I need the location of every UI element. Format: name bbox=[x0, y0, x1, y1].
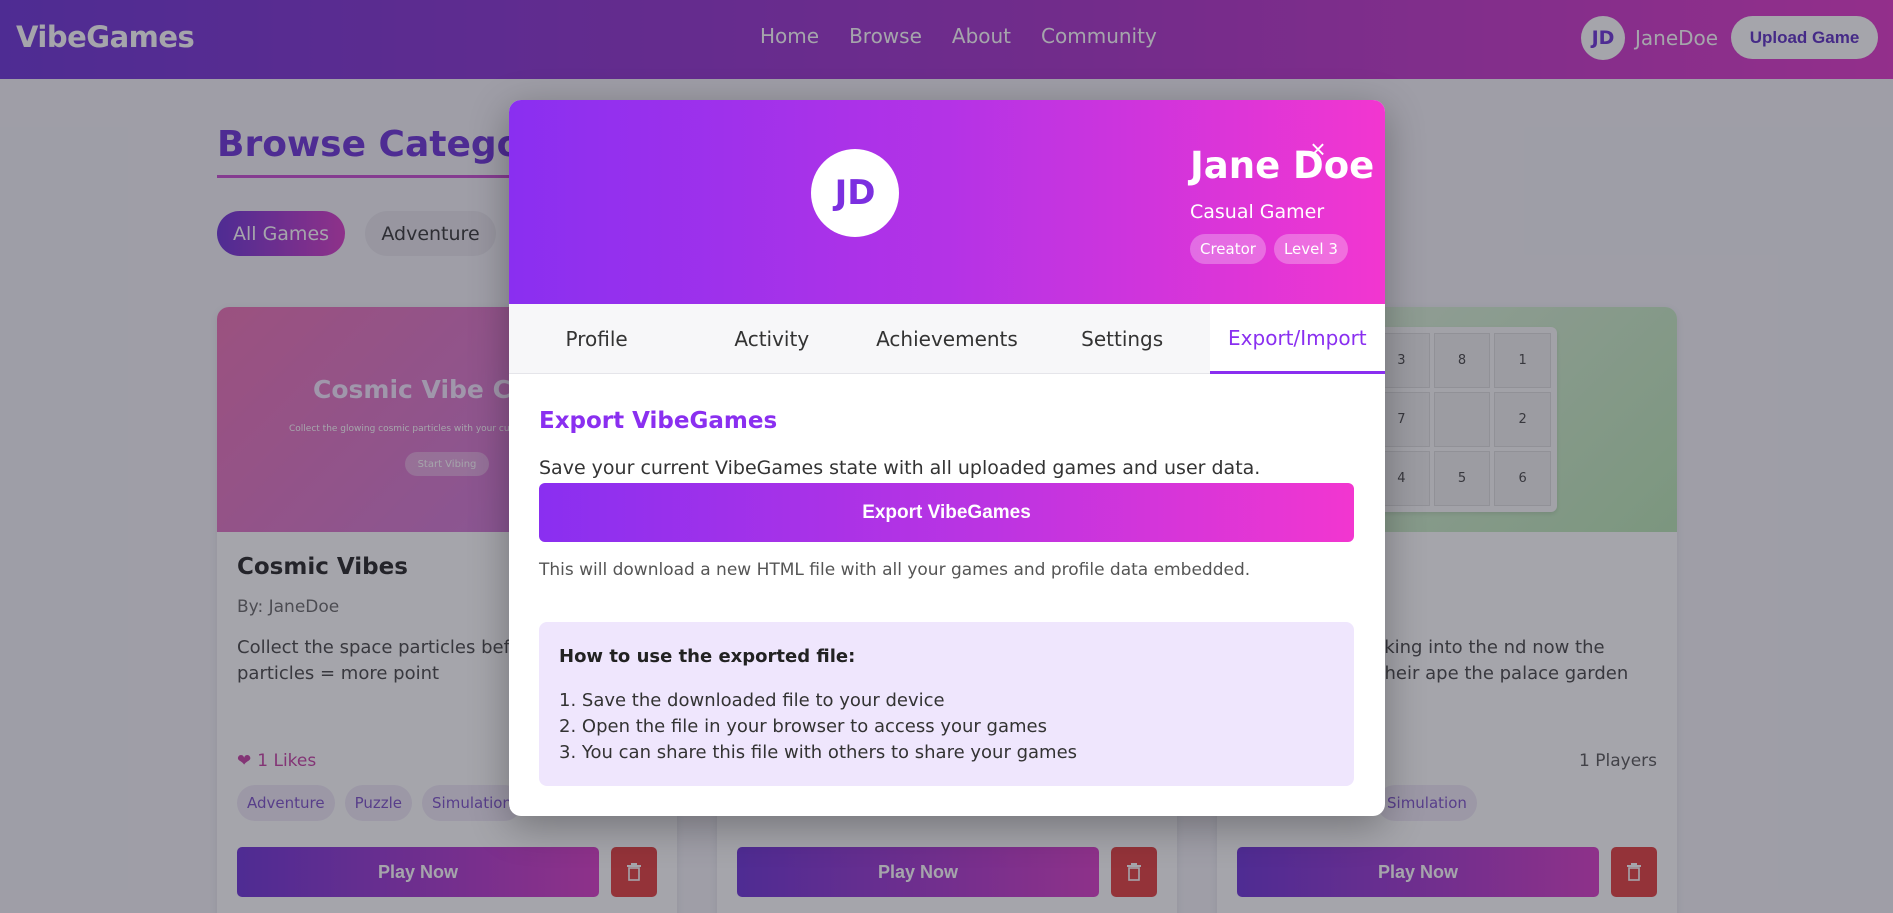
tab-profile[interactable]: Profile bbox=[509, 304, 684, 374]
export-note: This will download a new HTML file with … bbox=[539, 560, 1251, 580]
profile-header: JD Jane Doe Casual Gamer Creator Level 3… bbox=[509, 100, 1385, 304]
howto-step: 2. Open the file in your browser to acce… bbox=[559, 716, 1047, 737]
tab-export-import[interactable]: Export/Import bbox=[1209, 304, 1385, 374]
badge-creator: Creator bbox=[1190, 234, 1266, 264]
profile-name: Jane Doe bbox=[1190, 144, 1375, 187]
howto-title: How to use the exported file: bbox=[559, 646, 856, 667]
profile-badges: Creator Level 3 bbox=[1190, 234, 1348, 264]
howto-step: 3. You can share this file with others t… bbox=[559, 742, 1078, 763]
tab-activity[interactable]: Activity bbox=[684, 304, 859, 374]
profile-avatar: JD bbox=[811, 149, 899, 237]
export-vibegames-button[interactable]: Export VibeGames bbox=[539, 483, 1354, 542]
howto-step: 1. Save the downloaded file to your devi… bbox=[559, 690, 945, 711]
profile-modal: JD Jane Doe Casual Gamer Creator Level 3… bbox=[509, 100, 1385, 816]
howto-box: How to use the exported file: 1. Save th… bbox=[539, 622, 1354, 786]
close-icon[interactable]: × bbox=[1305, 136, 1331, 162]
profile-role: Casual Gamer bbox=[1190, 201, 1325, 223]
export-description: Save your current VibeGames state with a… bbox=[539, 457, 1261, 479]
tab-settings[interactable]: Settings bbox=[1035, 304, 1210, 374]
badge-level: Level 3 bbox=[1273, 234, 1348, 264]
tab-achievements[interactable]: Achievements bbox=[859, 304, 1034, 374]
howto-steps: 1. Save the downloaded file to your devi… bbox=[559, 688, 1077, 766]
export-section-title: Export VibeGames bbox=[539, 408, 778, 434]
profile-tabs: Profile Activity Achievements Settings E… bbox=[509, 304, 1385, 374]
